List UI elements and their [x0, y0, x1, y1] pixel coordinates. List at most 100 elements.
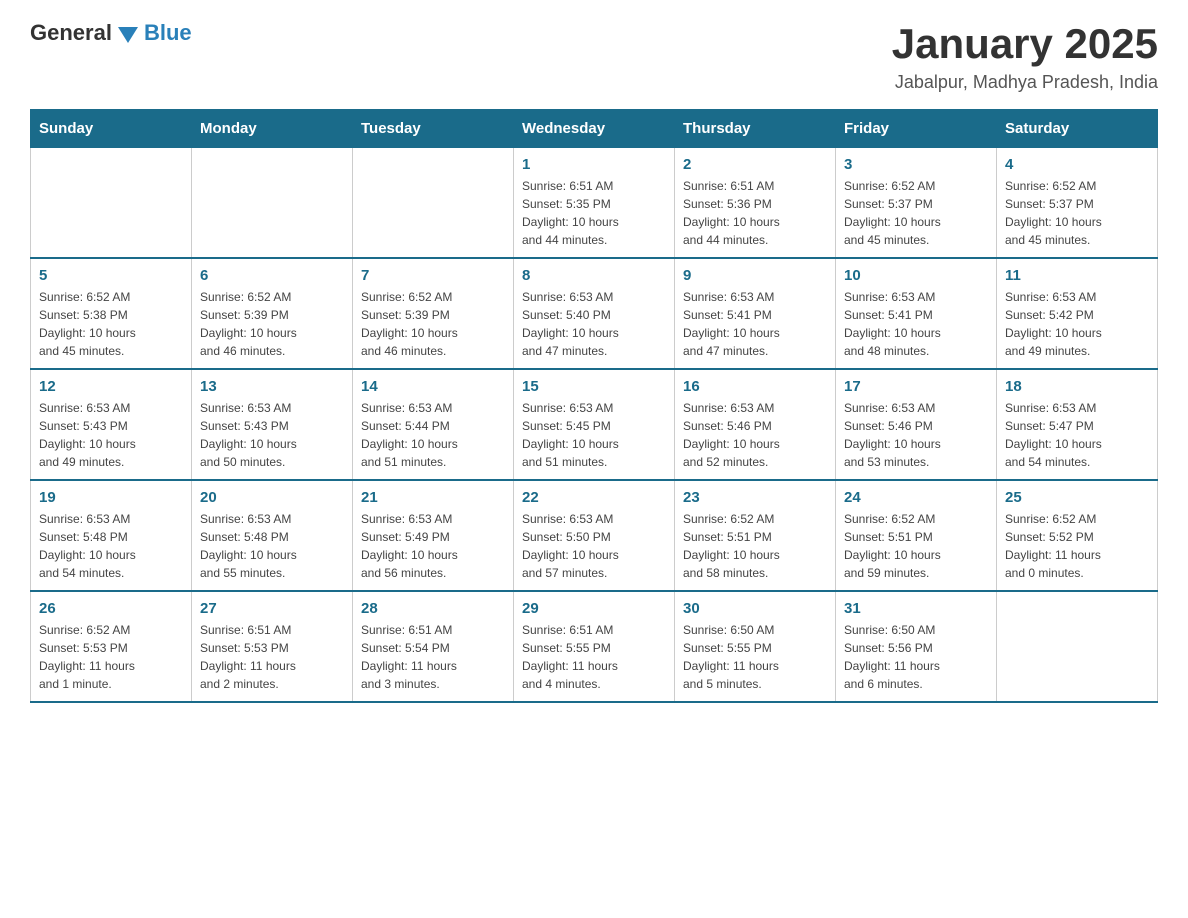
day-number: 19	[39, 489, 183, 506]
day-info: Sunrise: 6:53 AM Sunset: 5:43 PM Dayligh…	[200, 399, 344, 471]
calendar-cell: 8Sunrise: 6:53 AM Sunset: 5:40 PM Daylig…	[514, 258, 675, 369]
day-info: Sunrise: 6:51 AM Sunset: 5:54 PM Dayligh…	[361, 621, 505, 693]
calendar-cell: 4 Sunrise: 6:52 AM Sunset: 5:37 PM Daylig…	[997, 148, 1158, 259]
day-info: Sunrise: 6:50 AM Sunset: 5:56 PM Dayligh…	[844, 621, 988, 693]
day-header-saturday: Saturday	[997, 110, 1158, 148]
day-info: Sunrise: 6:50 AM Sunset: 5:55 PM Dayligh…	[683, 621, 827, 693]
day-info: Sunrise: 6:52 AM Sunset: 5:37 PM Dayligh…	[844, 177, 988, 249]
day-number: 25	[1005, 489, 1149, 506]
title-area: January 2025 Jabalpur, Madhya Pradesh, I…	[892, 20, 1158, 93]
calendar-cell: 19 Sunrise: 6:53 AM Sunset: 5:48 PM Dayli…	[31, 480, 192, 591]
calendar-cell: 20 Sunrise: 6:53 AM Sunset: 5:48 PM Dayli…	[192, 480, 353, 591]
calendar-cell: 13 Sunrise: 6:53 AM Sunset: 5:43 PM Dayli…	[192, 369, 353, 480]
day-info: Sunrise: 6:51 AM Sunset: 5:36 PM Dayligh…	[683, 177, 827, 249]
day-number: 16	[683, 378, 827, 395]
calendar-cell: 29 Sunrise: 6:51 AM Sunset: 5:55 PM Dayli…	[514, 591, 675, 702]
day-number: 7	[361, 267, 505, 284]
page-title: January 2025	[892, 20, 1158, 68]
day-info: Sunrise: 6:53 AM Sunset: 5:42 PM Dayligh…	[1005, 288, 1149, 360]
day-number: 29	[522, 600, 666, 617]
day-number: 6	[200, 267, 344, 284]
calendar-cell: 26 Sunrise: 6:52 AM Sunset: 5:53 PM Dayli…	[31, 591, 192, 702]
day-header-sunday: Sunday	[31, 110, 192, 148]
day-info: Sunrise: 6:53 AM Sunset: 5:41 PM Dayligh…	[844, 288, 988, 360]
calendar-cell: 10 Sunrise: 6:53 AM Sunset: 5:41 PM Dayli…	[836, 258, 997, 369]
day-number: 3	[844, 156, 988, 173]
day-header-tuesday: Tuesday	[353, 110, 514, 148]
calendar-cell: 30 Sunrise: 6:50 AM Sunset: 5:55 PM Dayli…	[675, 591, 836, 702]
calendar-cell: 9Sunrise: 6:53 AM Sunset: 5:41 PM Daylig…	[675, 258, 836, 369]
subtitle: Jabalpur, Madhya Pradesh, India	[892, 72, 1158, 93]
calendar-cell: 17Sunrise: 6:53 AM Sunset: 5:46 PM Dayli…	[836, 369, 997, 480]
day-number: 15	[522, 378, 666, 395]
day-info: Sunrise: 6:53 AM Sunset: 5:48 PM Dayligh…	[200, 510, 344, 582]
week-row-2: 5Sunrise: 6:52 AM Sunset: 5:38 PM Daylig…	[31, 258, 1158, 369]
day-number: 14	[361, 378, 505, 395]
calendar-cell: 31 Sunrise: 6:50 AM Sunset: 5:56 PM Dayli…	[836, 591, 997, 702]
day-info: Sunrise: 6:53 AM Sunset: 5:46 PM Dayligh…	[683, 399, 827, 471]
calendar-cell: 1 Sunrise: 6:51 AM Sunset: 5:35 PM Daylig…	[514, 148, 675, 259]
calendar-cell: 18 Sunrise: 6:53 AM Sunset: 5:47 PM Dayli…	[997, 369, 1158, 480]
logo-arrow-icon	[118, 27, 138, 43]
day-info: Sunrise: 6:53 AM Sunset: 5:46 PM Dayligh…	[844, 399, 988, 471]
day-number: 30	[683, 600, 827, 617]
day-info: Sunrise: 6:53 AM Sunset: 5:40 PM Dayligh…	[522, 288, 666, 360]
calendar-cell: 27 Sunrise: 6:51 AM Sunset: 5:53 PM Dayli…	[192, 591, 353, 702]
day-number: 20	[200, 489, 344, 506]
day-info: Sunrise: 6:53 AM Sunset: 5:48 PM Dayligh…	[39, 510, 183, 582]
day-info: Sunrise: 6:51 AM Sunset: 5:35 PM Dayligh…	[522, 177, 666, 249]
day-info: Sunrise: 6:52 AM Sunset: 5:37 PM Dayligh…	[1005, 177, 1149, 249]
day-number: 4	[1005, 156, 1149, 173]
week-row-5: 26 Sunrise: 6:52 AM Sunset: 5:53 PM Dayli…	[31, 591, 1158, 702]
logo-blue-text: Blue	[144, 20, 192, 46]
day-info: Sunrise: 6:52 AM Sunset: 5:39 PM Dayligh…	[200, 288, 344, 360]
week-row-3: 12 Sunrise: 6:53 AM Sunset: 5:43 PM Dayli…	[31, 369, 1158, 480]
day-number: 11	[1005, 267, 1149, 284]
day-info: Sunrise: 6:52 AM Sunset: 5:53 PM Dayligh…	[39, 621, 183, 693]
calendar-cell: 22 Sunrise: 6:53 AM Sunset: 5:50 PM Dayli…	[514, 480, 675, 591]
calendar-cell: 14 Sunrise: 6:53 AM Sunset: 5:44 PM Dayli…	[353, 369, 514, 480]
calendar-header-row: SundayMondayTuesdayWednesdayThursdayFrid…	[31, 110, 1158, 148]
logo: General Blue	[30, 20, 192, 46]
calendar-cell	[997, 591, 1158, 702]
day-info: Sunrise: 6:51 AM Sunset: 5:53 PM Dayligh…	[200, 621, 344, 693]
day-number: 2	[683, 156, 827, 173]
day-number: 13	[200, 378, 344, 395]
header: General Blue January 2025 Jabalpur, Madh…	[30, 20, 1158, 93]
calendar-cell	[31, 148, 192, 259]
day-info: Sunrise: 6:53 AM Sunset: 5:47 PM Dayligh…	[1005, 399, 1149, 471]
day-number: 26	[39, 600, 183, 617]
day-info: Sunrise: 6:52 AM Sunset: 5:38 PM Dayligh…	[39, 288, 183, 360]
day-number: 28	[361, 600, 505, 617]
calendar-cell: 7Sunrise: 6:52 AM Sunset: 5:39 PM Daylig…	[353, 258, 514, 369]
day-number: 24	[844, 489, 988, 506]
calendar-cell: 2 Sunrise: 6:51 AM Sunset: 5:36 PM Daylig…	[675, 148, 836, 259]
calendar-cell: 24Sunrise: 6:52 AM Sunset: 5:51 PM Dayli…	[836, 480, 997, 591]
week-row-1: 1 Sunrise: 6:51 AM Sunset: 5:35 PM Daylig…	[31, 148, 1158, 259]
calendar-cell	[353, 148, 514, 259]
day-number: 1	[522, 156, 666, 173]
day-info: Sunrise: 6:52 AM Sunset: 5:51 PM Dayligh…	[683, 510, 827, 582]
day-number: 9	[683, 267, 827, 284]
calendar-cell: 12 Sunrise: 6:53 AM Sunset: 5:43 PM Dayli…	[31, 369, 192, 480]
logo-general-text: General	[30, 20, 112, 46]
day-info: Sunrise: 6:51 AM Sunset: 5:55 PM Dayligh…	[522, 621, 666, 693]
day-number: 12	[39, 378, 183, 395]
day-number: 31	[844, 600, 988, 617]
day-number: 18	[1005, 378, 1149, 395]
calendar-cell: 15Sunrise: 6:53 AM Sunset: 5:45 PM Dayli…	[514, 369, 675, 480]
day-number: 27	[200, 600, 344, 617]
day-number: 10	[844, 267, 988, 284]
day-info: Sunrise: 6:53 AM Sunset: 5:43 PM Dayligh…	[39, 399, 183, 471]
calendar-cell: 11 Sunrise: 6:53 AM Sunset: 5:42 PM Dayli…	[997, 258, 1158, 369]
day-info: Sunrise: 6:53 AM Sunset: 5:50 PM Dayligh…	[522, 510, 666, 582]
day-header-monday: Monday	[192, 110, 353, 148]
calendar-table: SundayMondayTuesdayWednesdayThursdayFrid…	[30, 109, 1158, 703]
day-header-thursday: Thursday	[675, 110, 836, 148]
calendar-cell: 3 Sunrise: 6:52 AM Sunset: 5:37 PM Daylig…	[836, 148, 997, 259]
day-number: 22	[522, 489, 666, 506]
day-info: Sunrise: 6:53 AM Sunset: 5:49 PM Dayligh…	[361, 510, 505, 582]
calendar-cell: 6 Sunrise: 6:52 AM Sunset: 5:39 PM Daylig…	[192, 258, 353, 369]
day-info: Sunrise: 6:53 AM Sunset: 5:44 PM Dayligh…	[361, 399, 505, 471]
day-number: 23	[683, 489, 827, 506]
